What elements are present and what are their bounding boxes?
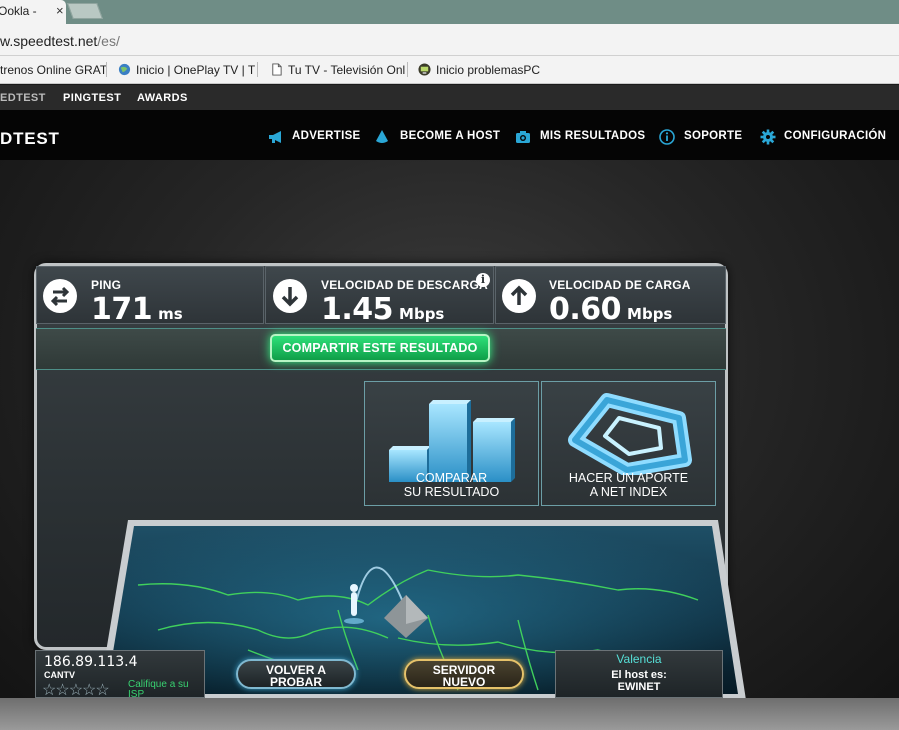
url-domain: w.speedtest.net bbox=[0, 33, 98, 49]
download-unit: Mbps bbox=[399, 305, 445, 323]
tab-title: Ookla - bbox=[0, 4, 37, 18]
bookmarks-bar: trenos Online GRAT Inicio | OnePlay TV |… bbox=[0, 56, 899, 84]
camera-icon bbox=[516, 131, 530, 143]
upload-value: 0.60 Mbps bbox=[549, 292, 672, 327]
ping-value: 171 ms bbox=[91, 292, 183, 327]
bookmark-item[interactable]: Inicio problemasPC bbox=[418, 63, 540, 77]
upload-metric: VELOCIDAD DE CARGA 0.60 Mbps bbox=[495, 266, 726, 327]
download-number: 1.45 bbox=[321, 292, 394, 327]
net-index-icon bbox=[568, 393, 692, 475]
netindex-line1: HACER UN APORTE bbox=[568, 471, 689, 485]
ping-arrows-icon bbox=[43, 279, 77, 313]
host-name: EWINET bbox=[617, 681, 661, 693]
isp-name: CANTV bbox=[44, 670, 75, 680]
globe-icon bbox=[118, 63, 131, 76]
nav-become-host[interactable]: BECOME A HOST bbox=[400, 130, 500, 142]
bookmark-item[interactable]: trenos Online GRAT bbox=[0, 63, 107, 77]
nav-advertise[interactable]: ADVERTISE bbox=[292, 130, 361, 142]
compare-line2: SU RESULTADO bbox=[403, 485, 500, 499]
awards-link[interactable]: AWARDS bbox=[137, 92, 188, 104]
share-result-button[interactable]: COMPARTIR ESTE RESULTADO bbox=[270, 334, 490, 362]
nav-mis-resultados[interactable]: MIS RESULTADOS bbox=[540, 130, 645, 142]
netindex-line2: A NET INDEX bbox=[589, 485, 668, 499]
download-value: 1.45 Mbps bbox=[321, 292, 444, 327]
upload-number: 0.60 bbox=[549, 292, 622, 327]
bar-chart-icon bbox=[389, 400, 515, 482]
browser-tab-bar: Ookla - × bbox=[0, 0, 899, 24]
pingtest-link[interactable]: PINGTEST bbox=[63, 92, 121, 104]
site-header: DTEST ADVERTISE BECOME A HOST MIS RESULT… bbox=[0, 110, 899, 160]
page-footer-strip bbox=[0, 698, 899, 730]
upload-unit: Mbps bbox=[627, 305, 673, 323]
download-label: VELOCIDAD DE DESCARGA bbox=[321, 278, 488, 292]
ping-label: PING bbox=[91, 278, 122, 292]
server-host: El host es: EWINET bbox=[555, 669, 723, 693]
tab-close-icon[interactable]: × bbox=[56, 3, 64, 18]
pc-icon bbox=[418, 63, 431, 76]
bookmark-separator bbox=[407, 62, 408, 77]
server-city: Valencia bbox=[616, 652, 662, 666]
bookmark-separator bbox=[257, 62, 258, 77]
new-server-line2: NUEVO bbox=[442, 675, 486, 689]
new-server-button[interactable]: SERVIDOR NUEVO bbox=[404, 659, 524, 689]
arrow-up-icon bbox=[502, 279, 536, 313]
net-index-tile[interactable]: HACER UN APORTE A NET INDEX bbox=[541, 381, 716, 506]
speedtest-logo[interactable]: DTEST bbox=[0, 129, 60, 149]
bookmark-item[interactable]: Tu TV - Televisión Onl bbox=[270, 63, 405, 77]
ping-metric: PING 171 ms bbox=[36, 266, 264, 327]
ip-address: 186.89.113.4 bbox=[44, 654, 138, 670]
url-text[interactable]: w.speedtest.net/es/ bbox=[0, 33, 120, 49]
bookmark-separator bbox=[106, 62, 107, 77]
upload-label: VELOCIDAD DE CARGA bbox=[549, 278, 691, 292]
arrow-down-icon bbox=[273, 279, 307, 313]
gear-icon bbox=[760, 129, 776, 145]
info-circle-icon bbox=[659, 129, 675, 145]
bookmark-item[interactable]: Inicio | OnePlay TV | T bbox=[118, 63, 255, 77]
rate-isp-link[interactable]: Califique a su ISP bbox=[128, 680, 198, 700]
nav-configuracion[interactable]: CONFIGURACIÓN bbox=[784, 130, 886, 142]
isp-rating-stars[interactable]: ☆☆☆☆☆ bbox=[42, 680, 110, 700]
retest-line2: PROBAR bbox=[269, 675, 322, 689]
download-metric: VELOCIDAD DE DESCARGA 1.45 Mbps bbox=[265, 266, 494, 327]
metrics-row: PING 171 ms VELOCIDAD DE DESCARGA 1.45 Mbp… bbox=[36, 266, 726, 327]
bookmark-label: Tu TV - Televisión Onl bbox=[288, 63, 406, 77]
bookmark-label: Inicio | OnePlay TV | T bbox=[136, 63, 256, 77]
nav-soporte[interactable]: SOPORTE bbox=[684, 130, 742, 142]
ookla-network-bar: EDTEST PINGTEST AWARDS bbox=[0, 85, 899, 110]
compare-result-tile[interactable]: COMPARAR SU RESULTADO bbox=[364, 381, 539, 506]
ping-unit: ms bbox=[158, 305, 183, 323]
new-tab-button[interactable] bbox=[67, 3, 103, 19]
bookmark-label: Inicio problemasPC bbox=[436, 63, 541, 77]
host-label: El host es: bbox=[611, 669, 667, 681]
address-bar[interactable]: w.speedtest.net/es/ bbox=[0, 24, 899, 56]
url-path: /es/ bbox=[97, 33, 120, 49]
user-location-marker bbox=[351, 592, 357, 616]
retest-button[interactable]: VOLVER A PROBAR bbox=[236, 659, 356, 689]
download-info-icon[interactable]: i bbox=[476, 273, 490, 287]
bookmark-label: trenos Online GRAT bbox=[0, 63, 108, 77]
drop-icon bbox=[376, 130, 388, 143]
megaphone-icon bbox=[269, 131, 281, 143]
ping-number: 171 bbox=[91, 292, 153, 327]
document-icon bbox=[272, 63, 282, 76]
speedtest-link[interactable]: EDTEST bbox=[0, 92, 46, 104]
compare-line1: COMPARAR bbox=[415, 471, 488, 485]
